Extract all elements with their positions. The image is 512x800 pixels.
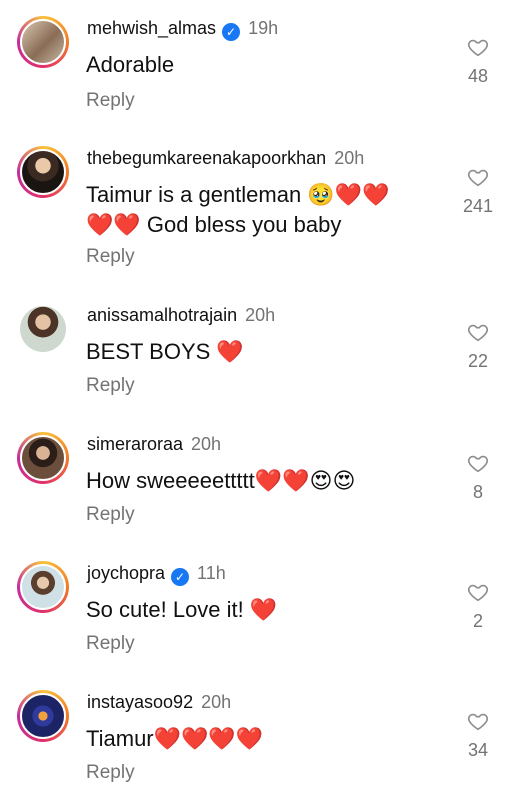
comment-text: BEST BOYS ❤️ — [86, 339, 244, 364]
like-count: 48 — [467, 66, 489, 86]
heart-outline-icon[interactable] — [467, 36, 489, 58]
reply-button[interactable]: Reply — [86, 762, 135, 784]
comment-time: 19h — [248, 18, 279, 38]
username[interactable]: instayasoo92 — [87, 692, 193, 712]
avatar[interactable] — [17, 146, 69, 198]
comment-text: Adorable — [86, 52, 175, 77]
username[interactable]: anissamalhotrajain — [87, 305, 237, 325]
like-count: 34 — [467, 740, 489, 760]
like-control: 2 — [458, 581, 498, 632]
like-count: 8 — [472, 482, 483, 502]
username[interactable]: simeraroraa — [87, 434, 183, 454]
avatar[interactable] — [17, 690, 69, 742]
heart-outline-icon[interactable] — [467, 166, 489, 188]
comment-text: Taimur is a gentleman 🥹❤️❤️ ❤️❤️ God ble… — [86, 180, 426, 240]
verified-badge-icon: ✓ — [222, 23, 241, 41]
like-control: 48 — [458, 36, 498, 87]
comment-time: 20h — [334, 148, 365, 168]
comment-text: Tiamur❤️❤️❤️❤️ — [86, 726, 264, 751]
like-count: 22 — [467, 351, 489, 371]
like-control: 22 — [458, 321, 498, 372]
username[interactable]: mehwish_almas — [87, 18, 216, 38]
comment-time: 11h — [197, 563, 226, 583]
avatar[interactable] — [17, 432, 69, 484]
comment-time: 20h — [245, 305, 276, 325]
comment-text: So cute! Love it! ❤️ — [86, 597, 278, 622]
reply-button[interactable]: Reply — [86, 90, 135, 112]
heart-outline-icon[interactable] — [467, 581, 489, 603]
avatar[interactable] — [17, 561, 69, 613]
comment-text-line: Taimur is a gentleman 🥹❤️❤️ — [86, 182, 390, 207]
heart-outline-icon[interactable] — [467, 321, 489, 343]
comment-time: 20h — [191, 434, 222, 454]
reply-button[interactable]: Reply — [86, 246, 135, 268]
reply-button[interactable]: Reply — [86, 375, 135, 397]
heart-outline-icon[interactable] — [467, 452, 489, 474]
like-control: 8 — [458, 452, 498, 503]
username[interactable]: joychopra — [87, 563, 165, 583]
comment-time: 20h — [201, 692, 232, 712]
verified-badge-icon: ✓ — [171, 568, 190, 586]
reply-button[interactable]: Reply — [86, 633, 135, 655]
avatar[interactable] — [17, 303, 69, 355]
like-count: 2 — [472, 611, 483, 631]
heart-outline-icon[interactable] — [467, 710, 489, 732]
username[interactable]: thebegumkareenakapoorkhan — [87, 148, 326, 168]
comment-text-line: ❤️❤️ God bless you baby — [86, 212, 342, 237]
like-control: 34 — [458, 710, 498, 761]
avatar[interactable] — [17, 16, 69, 68]
like-control: 241 — [458, 166, 498, 217]
like-count: 241 — [462, 196, 494, 216]
comment-text: How sweeeeettttt❤️❤️😍😍 — [86, 468, 356, 493]
reply-button[interactable]: Reply — [86, 504, 135, 526]
